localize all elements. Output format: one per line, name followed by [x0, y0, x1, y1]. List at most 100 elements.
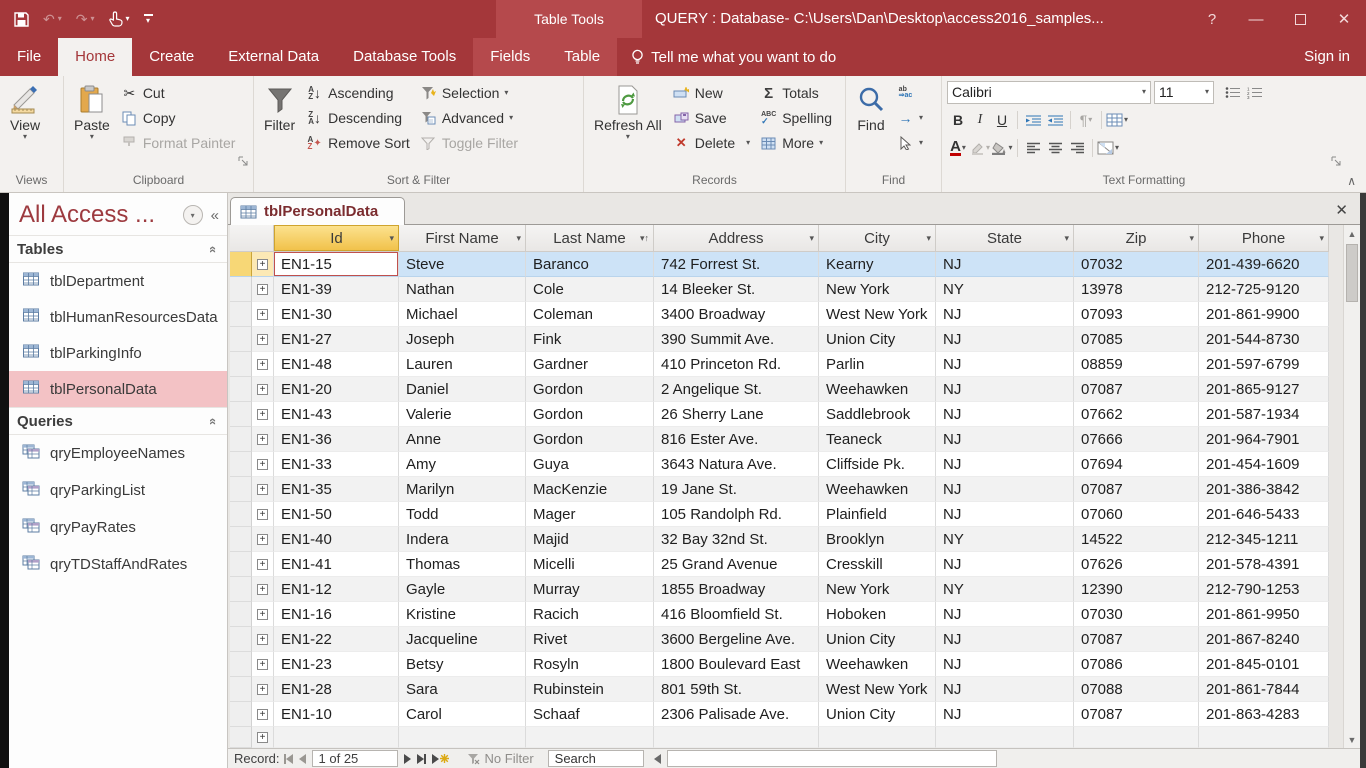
cell-zi[interactable]: 12390 — [1074, 577, 1199, 602]
row-selector[interactable] — [230, 552, 252, 577]
cell-ln[interactable]: Coleman — [526, 302, 654, 327]
cell-ph[interactable] — [1199, 727, 1329, 748]
cell-st[interactable]: NJ — [936, 377, 1074, 402]
cell-fn[interactable]: Indera — [399, 527, 526, 552]
expand-row-button[interactable]: + — [252, 727, 274, 748]
cell-ph[interactable]: 201-646-5433 — [1199, 502, 1329, 527]
cell-zi[interactable]: 13978 — [1074, 277, 1199, 302]
cell-ln[interactable]: Baranco — [526, 252, 654, 277]
cell-ln[interactable]: Mager — [526, 502, 654, 527]
paragraph-direction-button[interactable]: ¶▾ — [1075, 109, 1097, 131]
gridlines-button[interactable]: ▾ — [1106, 109, 1128, 131]
tab-create[interactable]: Create — [132, 38, 211, 76]
cell-ph[interactable]: 201-578-4391 — [1199, 552, 1329, 577]
previous-record-button[interactable] — [299, 754, 306, 764]
cell-ln[interactable]: Gordon — [526, 427, 654, 452]
align-center-button[interactable] — [1044, 137, 1066, 159]
cell-ph[interactable]: 201-964-7901 — [1199, 427, 1329, 452]
cell-ad[interactable]: 26 Sherry Lane — [654, 402, 819, 427]
cell-fn[interactable]: Valerie — [399, 402, 526, 427]
expand-row-button[interactable]: + — [252, 452, 274, 477]
cell-fn[interactable]: Michael — [399, 302, 526, 327]
advanced-filter-button[interactable]: Advanced ▾ — [416, 106, 522, 130]
expand-row-button[interactable]: + — [252, 327, 274, 352]
cell-st[interactable]: NJ — [936, 327, 1074, 352]
column-dropdown-icon[interactable]: ▾ — [1064, 233, 1069, 244]
cell-id[interactable]: EN1-20 — [274, 377, 399, 402]
nav-table-item[interactable]: tblParkingInfo — [9, 335, 227, 371]
tab-file[interactable]: File — [0, 38, 58, 76]
highlight-color-button[interactable]: ▾ — [969, 137, 991, 159]
row-selector[interactable] — [230, 627, 252, 652]
cell-ci[interactable]: Teaneck — [819, 427, 936, 452]
tab-fields[interactable]: Fields — [473, 38, 547, 76]
row-selector[interactable] — [230, 727, 252, 748]
cell-ln[interactable]: Micelli — [526, 552, 654, 577]
first-record-button[interactable] — [284, 754, 293, 764]
cell-zi[interactable] — [1074, 727, 1199, 748]
cell-ph[interactable]: 201-845-0101 — [1199, 652, 1329, 677]
nav-pane-menu-button[interactable]: ▾ — [183, 205, 203, 225]
tab-database-tools[interactable]: Database Tools — [336, 38, 473, 76]
save-record-button[interactable]: Save — [669, 106, 754, 130]
cell-ci[interactable]: Cresskill — [819, 552, 936, 577]
cell-id[interactable]: EN1-48 — [274, 352, 399, 377]
row-selector[interactable] — [230, 277, 252, 302]
cell-ci[interactable]: Brooklyn — [819, 527, 936, 552]
filter-button[interactable]: Filter — [259, 79, 300, 171]
cell-ph[interactable]: 201-863-4283 — [1199, 702, 1329, 727]
cell-ci[interactable]: Cliffside Pk. — [819, 452, 936, 477]
cell-ci[interactable]: Kearny — [819, 252, 936, 277]
expand-row-button[interactable]: + — [252, 577, 274, 602]
expand-row-button[interactable]: + — [252, 602, 274, 627]
font-color-button[interactable]: A▾ — [947, 137, 969, 159]
cell-ad[interactable]: 32 Bay 32nd St. — [654, 527, 819, 552]
cell-ad[interactable]: 3400 Broadway — [654, 302, 819, 327]
cell-ad[interactable]: 2 Angelique St. — [654, 377, 819, 402]
horizontal-scrollbar[interactable] — [667, 750, 997, 767]
scroll-up-icon[interactable]: ▲ — [1344, 225, 1360, 242]
cell-ln[interactable] — [526, 727, 654, 748]
cell-ad[interactable]: 14 Bleeker St. — [654, 277, 819, 302]
cell-ln[interactable]: Majid — [526, 527, 654, 552]
font-size-select[interactable]: 11▾ — [1154, 81, 1214, 104]
tab-external-data[interactable]: External Data — [211, 38, 336, 76]
cell-st[interactable]: NJ — [936, 352, 1074, 377]
nav-query-item[interactable]: qryPayRates — [9, 509, 227, 546]
scroll-down-icon[interactable]: ▼ — [1344, 731, 1360, 748]
cell-ph[interactable]: 201-454-1609 — [1199, 452, 1329, 477]
cell-zi[interactable]: 07030 — [1074, 602, 1199, 627]
expand-row-button[interactable]: + — [252, 252, 274, 277]
copy-button[interactable]: Copy — [117, 106, 240, 130]
row-selector[interactable] — [230, 427, 252, 452]
clipboard-dialog-launcher[interactable] — [237, 155, 250, 168]
cell-id[interactable]: EN1-50 — [274, 502, 399, 527]
cell-id[interactable]: EN1-23 — [274, 652, 399, 677]
cell-st[interactable]: NJ — [936, 402, 1074, 427]
expand-row-button[interactable]: + — [252, 702, 274, 727]
touch-mode-button[interactable]: ▾ — [109, 11, 130, 27]
cell-ci[interactable]: West New York — [819, 302, 936, 327]
cell-ln[interactable]: Schaaf — [526, 702, 654, 727]
row-selector[interactable] — [230, 302, 252, 327]
column-header-zip[interactable]: Zip▾ — [1074, 225, 1199, 251]
column-dropdown-icon[interactable]: ▾ — [516, 233, 521, 244]
sign-in-link[interactable]: Sign in — [1304, 38, 1350, 76]
column-dropdown-icon[interactable]: ▾ — [389, 233, 394, 244]
cell-ln[interactable]: Fink — [526, 327, 654, 352]
cell-ad[interactable]: 816 Ester Ave. — [654, 427, 819, 452]
row-selector[interactable] — [230, 677, 252, 702]
paste-button[interactable]: Paste ▾ — [69, 79, 115, 171]
next-record-button[interactable] — [404, 754, 411, 764]
cell-ad[interactable]: 25 Grand Avenue — [654, 552, 819, 577]
cell-ln[interactable]: Cole — [526, 277, 654, 302]
cell-id[interactable]: EN1-33 — [274, 452, 399, 477]
cell-fn[interactable]: Steve — [399, 252, 526, 277]
restore-button[interactable] — [1278, 0, 1322, 38]
column-dropdown-icon[interactable]: ▾ — [926, 233, 931, 244]
tab-home[interactable]: Home — [58, 38, 132, 76]
nav-table-item[interactable]: tblHumanResourcesData — [9, 299, 227, 335]
cell-fn[interactable]: Kristine — [399, 602, 526, 627]
nav-query-item[interactable]: qryEmployeeNames — [9, 435, 227, 472]
cell-st[interactable]: NY — [936, 277, 1074, 302]
